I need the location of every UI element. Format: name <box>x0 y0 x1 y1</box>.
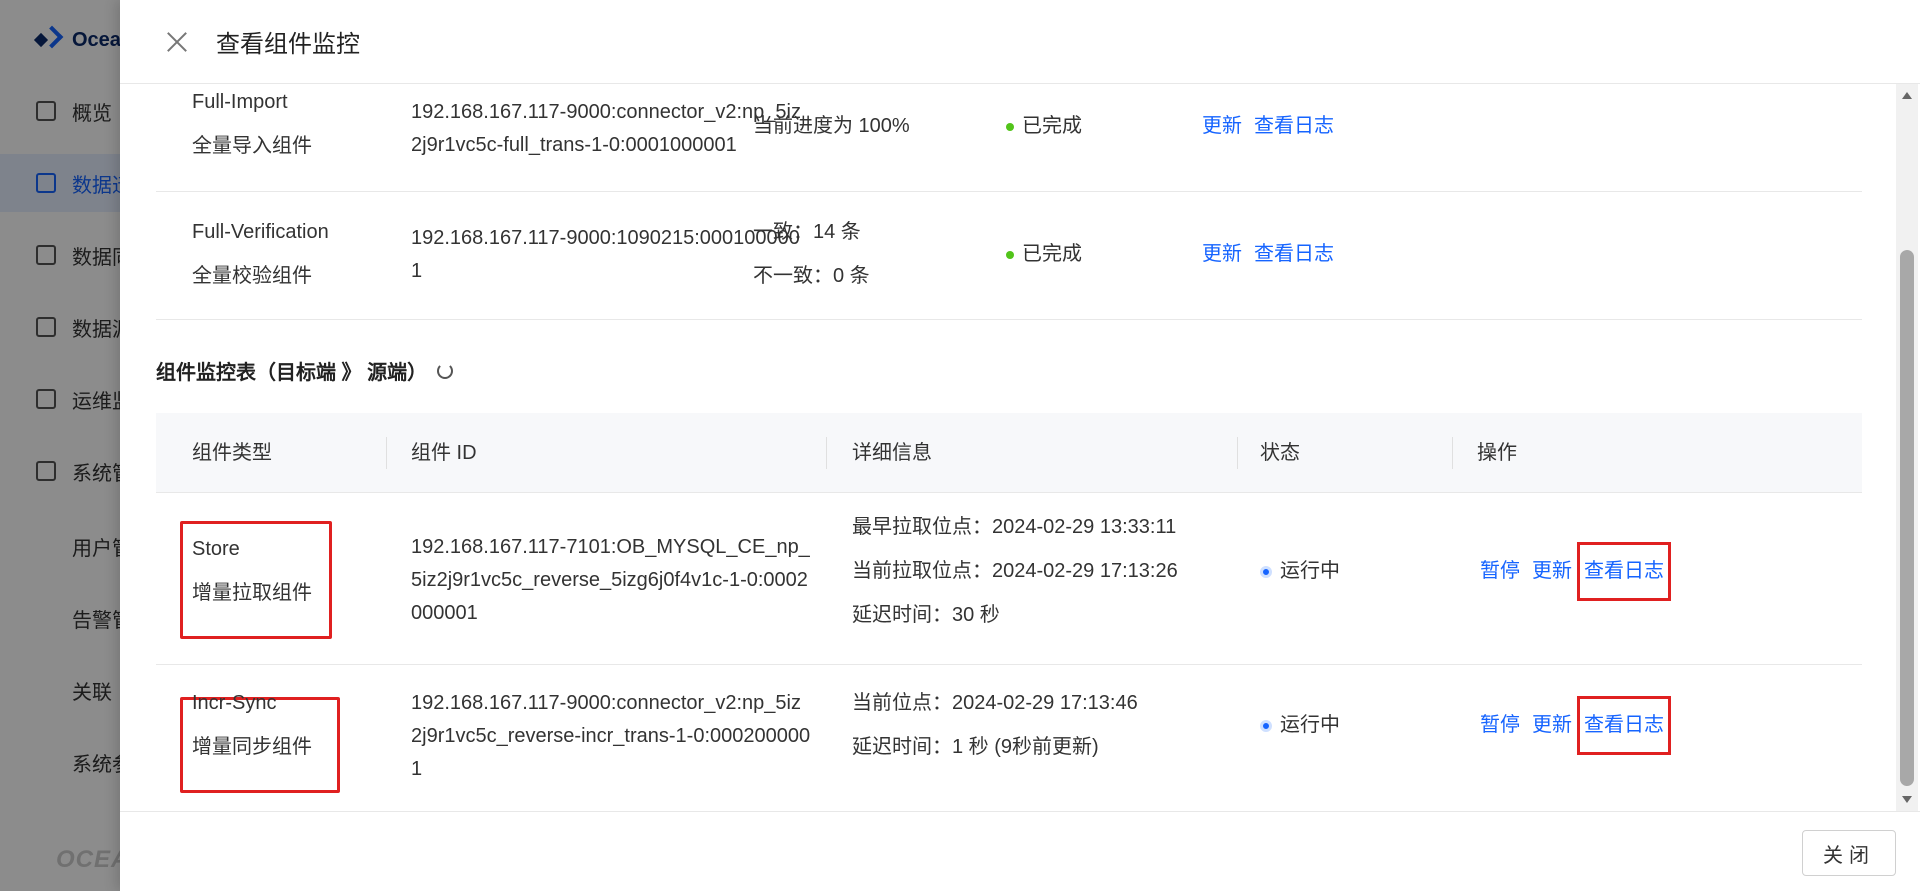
view-log-link[interactable]: 查看日志 <box>1254 104 1334 149</box>
row-actions: 更新 查看日志 <box>1202 104 1334 149</box>
status-badge: 已完成 <box>1006 104 1082 149</box>
component-info: 当前位点：2024-02-29 17:13:46 <box>852 692 1138 714</box>
component-type-cn: 增量同步组件 <box>192 736 312 758</box>
view-log-link[interactable]: 查看日志 <box>1577 542 1671 601</box>
refresh-icon[interactable] <box>437 362 454 379</box>
component-info: 延迟时间：1 秒 (9秒前更新) <box>852 736 1099 758</box>
vertical-scrollbar[interactable] <box>1896 84 1918 811</box>
component-id: 192.168.167.117-7101:OB_MYSQL_CE_np_5iz2… <box>411 536 810 624</box>
update-link[interactable]: 更新 <box>1532 703 1572 748</box>
component-id: 192.168.167.117-9000:1090215:0001000001 <box>411 227 800 282</box>
component-info: 延迟时间：30 秒 <box>852 604 1000 626</box>
component-type-en: Incr-Sync <box>192 692 277 714</box>
component-info: 最早拉取位点：2024-02-29 13:33:11 <box>852 516 1177 538</box>
close-button[interactable]: 关闭 <box>1802 830 1896 876</box>
section-title: 组件监控表（目标端 》 源端） <box>156 356 454 385</box>
close-icon[interactable] <box>164 29 190 55</box>
row-actions: 暂停 更新 查看日志 <box>1480 542 1671 601</box>
update-link[interactable]: 更新 <box>1202 104 1242 149</box>
header-type: 组件类型 <box>192 442 272 464</box>
table-row: Full-Verification 全量校验组件 192.168.167.117… <box>156 192 1862 320</box>
row-actions: 更新 查看日志 <box>1202 232 1334 277</box>
pause-link[interactable]: 暂停 <box>1480 703 1520 748</box>
header-status: 状态 <box>1260 442 1300 464</box>
component-id: 192.168.167.117-9000:connector_v2:np_5iz… <box>411 692 811 780</box>
drawer-header: 查看组件监控 <box>120 0 1920 84</box>
status-dot-icon <box>1260 565 1272 578</box>
component-info: 不一致：0 条 <box>753 265 870 287</box>
component-info: 一致：14 条 <box>753 221 861 243</box>
component-info: 当前进度为 100% <box>753 115 910 137</box>
status-dot-icon <box>1006 122 1014 131</box>
component-type-cn: 全量校验组件 <box>192 265 312 287</box>
scrollbar-thumb[interactable] <box>1900 250 1914 786</box>
table-header: 组件类型 组件 ID 详细信息 状态 操作 <box>156 413 1862 493</box>
header-info: 详细信息 <box>852 442 932 464</box>
drawer-body: Full-Import 全量导入组件 192.168.167.117-9000:… <box>120 84 1920 811</box>
component-type-en: Store <box>192 538 240 560</box>
header-actions: 操作 <box>1477 442 1517 464</box>
row-actions: 暂停 更新 查看日志 <box>1480 696 1671 755</box>
scroll-down-arrow-icon[interactable] <box>1902 796 1912 803</box>
component-info: 当前拉取位点：2024-02-29 17:13:26 <box>852 560 1178 582</box>
table-row: Store 增量拉取组件 192.168.167.117-7101:OB_MYS… <box>156 493 1862 665</box>
view-log-link[interactable]: 查看日志 <box>1254 232 1334 277</box>
status-dot-icon <box>1006 250 1014 259</box>
update-link[interactable]: 更新 <box>1532 549 1572 594</box>
component-type-cn: 全量导入组件 <box>192 135 312 157</box>
component-type-en: Full-Verification <box>192 221 329 243</box>
component-monitor-drawer: 查看组件监控 Full-Import 全量导入组件 192.168.167.11… <box>120 0 1920 891</box>
view-log-link[interactable]: 查看日志 <box>1577 696 1671 755</box>
table-row: Full-Import 全量导入组件 192.168.167.117-9000:… <box>156 84 1862 192</box>
table-row: Incr-Sync 增量同步组件 192.168.167.117-9000:co… <box>156 665 1862 811</box>
scroll-up-arrow-icon[interactable] <box>1902 92 1912 99</box>
status-badge: 运行中 <box>1260 549 1340 594</box>
pause-link[interactable]: 暂停 <box>1480 549 1520 594</box>
component-id: 192.168.167.117-9000:connector_v2:np_5iz… <box>411 101 801 156</box>
status-badge: 运行中 <box>1260 703 1340 748</box>
header-id: 组件 ID <box>411 442 477 464</box>
drawer-footer: 关闭 <box>120 811 1920 891</box>
drawer-title: 查看组件监控 <box>216 31 360 58</box>
status-badge: 已完成 <box>1006 232 1082 277</box>
update-link[interactable]: 更新 <box>1202 232 1242 277</box>
status-dot-icon <box>1260 719 1272 732</box>
component-type-cn: 增量拉取组件 <box>192 582 312 604</box>
component-type-en: Full-Import <box>192 91 288 113</box>
